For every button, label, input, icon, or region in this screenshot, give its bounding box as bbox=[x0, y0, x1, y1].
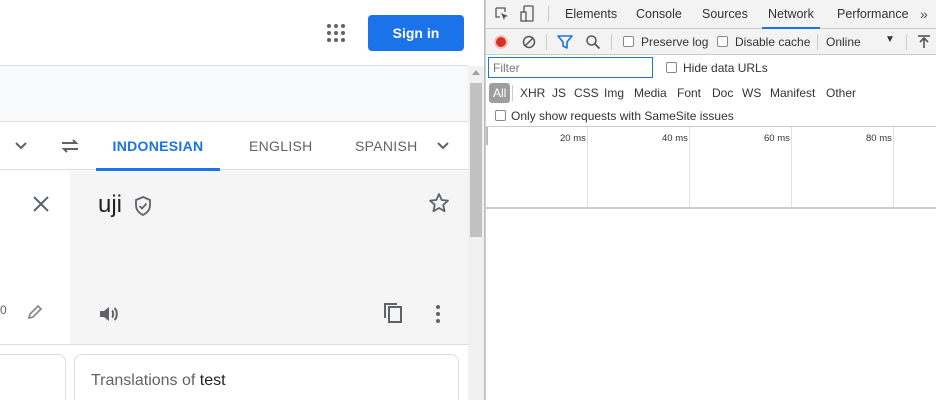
target-panel bbox=[70, 171, 468, 345]
translate-page: Sign in INDONESIAN ENGLISH SPANISH 0 uji… bbox=[0, 0, 468, 400]
speaker-icon[interactable] bbox=[97, 302, 121, 326]
devtools-tab-bar: Elements Console Sources Network Perform… bbox=[486, 0, 936, 29]
tab-elements[interactable]: Elements bbox=[559, 0, 623, 28]
samesite-checkbox[interactable] bbox=[495, 110, 506, 121]
toolbar-divider bbox=[817, 34, 818, 50]
tab-sources[interactable]: Sources bbox=[696, 0, 754, 28]
star-icon[interactable] bbox=[427, 191, 451, 215]
type-filter-img[interactable]: Img bbox=[604, 85, 624, 101]
search-icon[interactable] bbox=[585, 34, 601, 50]
toolbar-divider bbox=[611, 34, 612, 50]
dropdown-arrow-icon[interactable]: ▼ bbox=[885, 34, 895, 45]
timeline-start-marker bbox=[486, 127, 488, 145]
scroll-thumb[interactable] bbox=[470, 83, 482, 237]
toolbar-divider bbox=[512, 85, 513, 101]
tab-indonesian[interactable]: INDONESIAN bbox=[96, 122, 220, 171]
devtools-panel: Elements Console Sources Network Perform… bbox=[486, 0, 936, 400]
device-toolbar-icon[interactable] bbox=[520, 5, 536, 23]
filter-icon[interactable] bbox=[557, 34, 573, 50]
timeline-tick-label: 60 ms bbox=[764, 133, 790, 144]
scroll-up-arrow-icon[interactable] bbox=[472, 70, 480, 75]
throttling-select[interactable]: Online bbox=[826, 35, 861, 49]
type-filter-other[interactable]: Other bbox=[826, 85, 856, 101]
samesite-label[interactable]: Only show requests with SameSite issues bbox=[511, 109, 734, 123]
translations-word: test bbox=[199, 372, 226, 389]
timeline-tick-label: 20 ms bbox=[560, 133, 586, 144]
left-card bbox=[0, 354, 66, 400]
swap-languages-icon[interactable] bbox=[58, 134, 82, 158]
toolbar-divider bbox=[546, 34, 547, 50]
preserve-log-label[interactable]: Preserve log bbox=[641, 35, 708, 49]
samesite-filter-row: Only show requests with SameSite issues bbox=[486, 105, 936, 127]
clear-log-icon[interactable] bbox=[521, 34, 537, 50]
tab-performance[interactable]: Performance bbox=[831, 0, 915, 28]
filter-bar: Hide data URLs bbox=[486, 55, 936, 81]
inspect-element-icon[interactable] bbox=[494, 6, 510, 22]
chevron-down-icon[interactable] bbox=[9, 134, 33, 158]
timeline-gridline bbox=[689, 127, 690, 207]
type-filter-media[interactable]: Media bbox=[634, 85, 667, 101]
pencil-icon[interactable] bbox=[25, 302, 45, 322]
filter-input[interactable] bbox=[488, 57, 653, 78]
resource-type-filters: All XHR JS CSS Img Media Font Doc WS Man… bbox=[486, 81, 936, 105]
type-filter-font[interactable]: Font bbox=[677, 85, 701, 101]
type-filter-xhr[interactable]: XHR bbox=[520, 85, 545, 101]
import-har-icon[interactable] bbox=[917, 34, 931, 50]
hide-data-urls-checkbox[interactable] bbox=[666, 62, 677, 73]
tab-network[interactable]: Network bbox=[762, 0, 820, 29]
character-count: 0 bbox=[0, 303, 7, 317]
language-bar: INDONESIAN ENGLISH SPANISH bbox=[0, 122, 468, 171]
clear-source-icon[interactable] bbox=[29, 192, 53, 216]
type-filter-css[interactable]: CSS bbox=[574, 85, 599, 101]
translations-card: Translations of test bbox=[74, 354, 459, 400]
timeline-tick-label: 40 ms bbox=[662, 133, 688, 144]
network-toolbar: Preserve log Disable cache Online ▼ bbox=[486, 29, 936, 55]
type-filter-doc[interactable]: Doc bbox=[712, 85, 733, 101]
disable-cache-checkbox[interactable] bbox=[717, 36, 728, 47]
type-filter-js[interactable]: JS bbox=[552, 85, 566, 101]
tab-spanish[interactable]: SPANISH bbox=[355, 122, 418, 170]
tab-console[interactable]: Console bbox=[630, 0, 688, 28]
page-scrollbar[interactable] bbox=[468, 66, 484, 400]
apps-grid-icon[interactable] bbox=[324, 21, 348, 45]
timeline-gridline bbox=[893, 127, 894, 207]
chevron-down-icon[interactable] bbox=[431, 134, 455, 158]
disable-cache-label[interactable]: Disable cache bbox=[735, 35, 810, 49]
type-filter-manifest[interactable]: Manifest bbox=[770, 85, 815, 101]
more-options-icon[interactable] bbox=[430, 302, 446, 326]
copy-icon[interactable] bbox=[381, 301, 405, 325]
timeline-tick-label: 80 ms bbox=[866, 133, 892, 144]
translation-result: uji bbox=[98, 191, 123, 218]
toolbar-divider bbox=[906, 34, 907, 50]
sign-in-button[interactable]: Sign in bbox=[368, 15, 464, 51]
translations-prefix: Translations of bbox=[91, 372, 200, 389]
hide-data-urls-label[interactable]: Hide data URLs bbox=[683, 61, 768, 75]
network-overview-timeline[interactable]: 20 ms 40 ms 60 ms 80 ms bbox=[486, 127, 936, 209]
type-filter-all[interactable]: All bbox=[489, 83, 511, 103]
mode-bar bbox=[0, 66, 468, 122]
verified-shield-icon[interactable] bbox=[133, 195, 153, 217]
type-filter-ws[interactable]: WS bbox=[742, 85, 761, 101]
more-tabs-button[interactable]: » bbox=[920, 6, 928, 22]
record-icon[interactable] bbox=[494, 35, 508, 49]
top-bar: Sign in bbox=[0, 0, 468, 66]
tab-english[interactable]: ENGLISH bbox=[249, 122, 313, 170]
translations-heading: Translations of test bbox=[91, 372, 226, 390]
timeline-gridline bbox=[587, 127, 588, 207]
timeline-gridline bbox=[791, 127, 792, 207]
preserve-log-checkbox[interactable] bbox=[623, 36, 634, 47]
toolbar-divider bbox=[548, 6, 549, 22]
